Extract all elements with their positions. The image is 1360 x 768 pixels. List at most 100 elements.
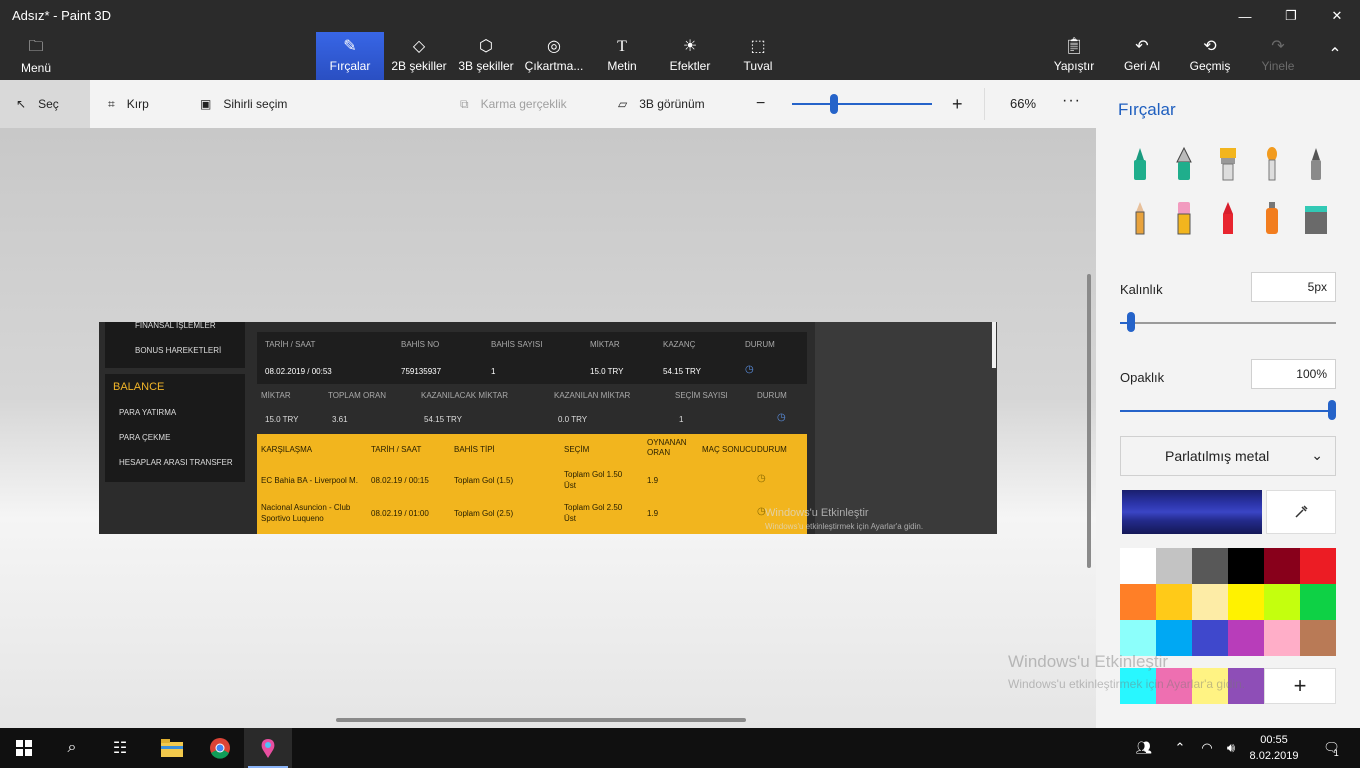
color-swatch[interactable] <box>1264 620 1300 656</box>
calligraphy-pen-button[interactable] <box>1170 142 1198 182</box>
taskbar-clock[interactable]: 00:55 8.02.2019 <box>1244 732 1304 764</box>
3d-view-button[interactable]: ▱ 3B görünüm <box>618 80 705 128</box>
zoom-in-button[interactable]: + <box>952 80 963 128</box>
canvas-workspace[interactable]: FİNANSAL İŞLEMLER BONUS HAREKETLERİ BALA… <box>0 128 1096 728</box>
crayon-button[interactable] <box>1214 196 1242 236</box>
color-swatch[interactable] <box>1120 584 1156 620</box>
menu-label: Menü <box>20 61 52 75</box>
color-swatch[interactable] <box>1156 548 1192 584</box>
horizontal-scrollbar[interactable] <box>336 718 746 722</box>
maximize-button[interactable]: ❐ <box>1268 0 1314 32</box>
crayon-icon <box>1223 202 1233 234</box>
select-button[interactable]: ↖ Seç <box>0 80 90 128</box>
tab-3d-shapes[interactable]: ⬡ 3B şekiller <box>456 32 516 80</box>
crop-icon: ⌗ <box>108 96 115 111</box>
eraser-button[interactable] <box>1170 196 1198 236</box>
tab-brushes[interactable]: ✎ Fırçalar <box>316 32 384 80</box>
image-th: BAHİS TİPİ <box>454 445 495 454</box>
material-label: Parlatılmış metal <box>1165 448 1270 464</box>
zoom-percent[interactable]: 66% <box>1010 96 1036 111</box>
action-center-button[interactable]: 🗨︎ 1 <box>1316 728 1346 768</box>
color-swatch[interactable] <box>1228 620 1264 656</box>
undo-button[interactable]: ↶ Geri Al <box>1120 32 1164 80</box>
color-swatch[interactable] <box>1300 548 1336 584</box>
spray-can-icon <box>1266 202 1278 234</box>
watercolor-button[interactable] <box>1258 142 1286 182</box>
color-swatch[interactable] <box>1192 548 1228 584</box>
file-explorer-button[interactable] <box>148 728 196 768</box>
color-swatch[interactable] <box>1192 620 1228 656</box>
image-td: 54.15 TRY <box>663 367 701 376</box>
color-swatch[interactable] <box>1156 620 1192 656</box>
tab-2d-shapes[interactable]: ◇ 2B şekiller <box>388 32 450 80</box>
zoom-out-button[interactable]: − <box>756 80 765 128</box>
text-icon: T <box>617 38 627 55</box>
magic-select-button[interactable]: ▣ Sihirli seçim <box>200 80 287 128</box>
pasted-image[interactable]: FİNANSAL İŞLEMLER BONUS HAREKETLERİ BALA… <box>99 322 997 534</box>
color-swatch[interactable] <box>1300 584 1336 620</box>
show-hidden-icons-button[interactable]: ⌃ <box>1170 728 1190 768</box>
color-swatch[interactable] <box>1264 584 1300 620</box>
pixel-pen-button[interactable] <box>1302 142 1330 182</box>
color-swatch[interactable] <box>1120 548 1156 584</box>
tab-effects[interactable]: ☀ Efektler <box>666 32 714 80</box>
fill-bucket-button[interactable] <box>1302 196 1330 236</box>
thickness-slider-track[interactable] <box>1120 322 1336 324</box>
tab-stickers[interactable]: ◎ Çıkartma... <box>522 32 586 80</box>
color-swatch[interactable] <box>1228 548 1264 584</box>
color-swatch[interactable] <box>1192 584 1228 620</box>
network-button[interactable]: ◠ <box>1196 728 1218 768</box>
chrome-button[interactable] <box>196 728 244 768</box>
color-swatch[interactable] <box>1120 620 1156 656</box>
minimize-button[interactable]: — <box>1222 0 1268 32</box>
oil-brush-button[interactable] <box>1214 142 1242 182</box>
image-balance-item: PARA YATIRMA <box>119 408 177 417</box>
volume-button[interactable]: 🔊︎ <box>1220 728 1242 768</box>
selected-color-swatch[interactable] <box>1122 490 1262 534</box>
zoom-slider-thumb[interactable] <box>830 94 838 114</box>
color-swatch[interactable] <box>1156 584 1192 620</box>
image-th: TARİH / SAAT <box>371 445 422 454</box>
zoom-slider-track[interactable] <box>792 103 932 105</box>
crop-button[interactable]: ⌗ Kırp <box>108 80 149 128</box>
paint3d-taskbar-button[interactable] <box>244 728 292 768</box>
search-button[interactable]: ⌕ <box>48 728 96 768</box>
history-button[interactable]: ⟲ Geçmiş <box>1186 32 1234 80</box>
image-td: 08.02.19 / 00:15 <box>371 476 429 485</box>
eyedropper-button[interactable] <box>1266 490 1336 534</box>
pencil-icon <box>1135 202 1145 235</box>
menu-button[interactable]: 🗀 Menü <box>14 36 58 76</box>
more-options-button[interactable]: ··· <box>1062 92 1081 110</box>
color-swatch[interactable] <box>1264 548 1300 584</box>
start-button[interactable] <box>0 728 48 768</box>
image-balance-panel: BALANCE PARA YATIRMA PARA ÇEKME HESAPLAR… <box>105 374 245 482</box>
collapse-ribbon-button[interactable]: ⌃ <box>1318 32 1352 80</box>
chrome-icon <box>210 738 230 759</box>
paste-button[interactable]: 📋︎ Yapıştır <box>1050 32 1098 80</box>
tab-text[interactable]: T Metin <box>600 32 644 80</box>
windows-logo-icon <box>16 740 32 756</box>
image-right-area <box>815 322 997 534</box>
material-dropdown[interactable]: Parlatılmış metal ⌄ <box>1120 436 1336 476</box>
mixed-reality-button[interactable]: ⧉ Karma gerçeklik <box>460 80 567 128</box>
add-color-button[interactable]: + <box>1264 668 1336 704</box>
vertical-scrollbar[interactable] <box>1087 274 1091 568</box>
thickness-slider-thumb[interactable] <box>1127 312 1135 332</box>
redo-button[interactable]: ↷ Yinele <box>1256 32 1300 80</box>
task-view-button[interactable]: ☷ <box>96 728 144 768</box>
tab-canvas[interactable]: ⬚ Tuval <box>738 32 778 80</box>
thickness-input[interactable]: 5px <box>1251 272 1336 302</box>
image-balance-item: PARA ÇEKME <box>119 433 171 442</box>
spray-can-button[interactable] <box>1258 196 1286 236</box>
status-clock-icon: ◷ <box>777 412 786 423</box>
marker-brush-button[interactable] <box>1126 142 1154 182</box>
clock-time: 00:55 <box>1260 734 1288 746</box>
paste-icon: 📋︎ <box>1063 38 1085 55</box>
pencil-button[interactable] <box>1126 196 1154 236</box>
people-button[interactable]: 👥︎ <box>1132 728 1156 768</box>
color-swatch[interactable] <box>1300 620 1336 656</box>
color-swatch[interactable] <box>1228 584 1264 620</box>
opacity-slider-thumb[interactable] <box>1328 400 1336 420</box>
opacity-input[interactable]: 100% <box>1251 359 1336 389</box>
close-button[interactable]: ✕ <box>1314 0 1360 32</box>
